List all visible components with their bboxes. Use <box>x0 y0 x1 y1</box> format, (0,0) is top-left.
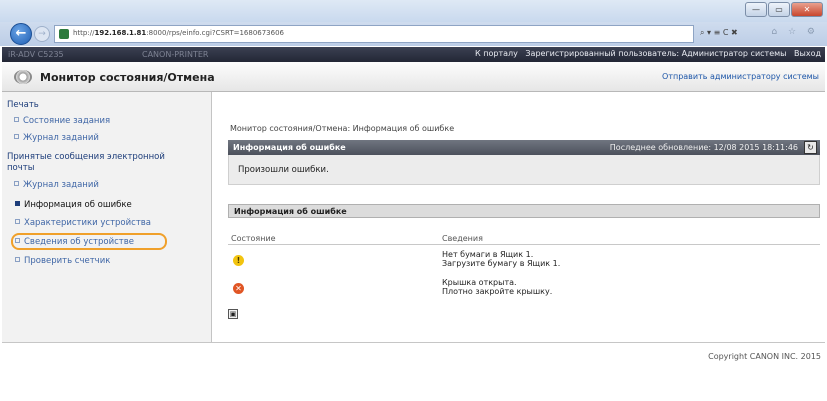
back-button[interactable]: ← <box>10 23 32 45</box>
logged-in-user: Зарегистрированный пользователь: Админис… <box>525 49 787 58</box>
page-title: Монитор состояния/Отмена <box>40 71 215 84</box>
row-detail-line1: Крышка открыта. <box>442 278 517 287</box>
section-title: Информация об ошибке <box>233 143 346 152</box>
column-header-details: Сведения <box>442 234 483 243</box>
column-header-status: Состояние <box>231 234 276 243</box>
error-details-header: Информация об ошибке <box>228 204 820 218</box>
sidebar-item-email-job-log[interactable]: Журнал заданий <box>14 180 99 190</box>
bullet-icon <box>15 219 20 224</box>
address-bar[interactable]: http://192.168.1.81:8000/rps/einfo.cgi?C… <box>54 25 694 43</box>
error-summary-box: Произошли ошибки. <box>228 155 820 185</box>
table-row: Крышка открыта. Плотно закройте крышку. <box>442 278 552 296</box>
sidebar-section-print[interactable]: Печать <box>7 100 39 110</box>
maximize-button[interactable]: ▭ <box>768 2 790 17</box>
logout-link[interactable]: Выход <box>794 49 821 58</box>
page-header: Монитор состояния/Отмена Отправить админ… <box>2 62 825 92</box>
address-tools[interactable]: ⌕ ▾ ≡ C ✖ <box>700 28 738 38</box>
home-favorites-settings-icons[interactable]: ⌂ ☆ ⚙ <box>771 27 819 37</box>
close-window-button[interactable]: ✕ <box>791 2 823 17</box>
minimize-button[interactable]: — <box>745 2 767 17</box>
sidebar-item-check-counter[interactable]: Проверить счетчик <box>15 256 110 266</box>
row-detail-line1: Нет бумаги в Ящик 1. <box>442 250 534 259</box>
sidebar-item-job-log[interactable]: Журнал заданий <box>14 133 99 143</box>
sidebar-item-device-features[interactable]: Характеристики устройства <box>15 218 151 228</box>
to-portal-link[interactable]: К порталу <box>475 49 518 58</box>
error-summary-text: Произошли ошибки. <box>238 165 329 175</box>
row-detail-line2: Загрузите бумагу в Ящик 1. <box>442 259 561 268</box>
device-model: iR-ADV C5235 <box>8 50 64 59</box>
device-top-bar: iR-ADV C5235 CANON-PRINTER К порталу Зар… <box>2 47 825 62</box>
site-favicon-icon <box>59 29 69 39</box>
expand-icon[interactable]: ▣ <box>228 309 238 319</box>
error-info-section-bar: Информация об ошибке Последнее обновлени… <box>228 140 820 155</box>
active-bullet-icon <box>15 201 20 206</box>
forward-button[interactable]: → <box>34 26 50 42</box>
copyright-text: Copyright CANON INC. 2015 <box>708 352 821 361</box>
main-content: Монитор состояния/Отмена: Информация об … <box>213 92 825 342</box>
bullet-icon <box>14 134 19 139</box>
top-links: К порталу Зарегистрированный пользовател… <box>470 49 821 58</box>
footer: Copyright CANON INC. 2015 <box>2 342 825 364</box>
error-icon: ✕ <box>233 283 244 294</box>
last-update-time: Последнее обновление: 12/08 2015 18:11:4… <box>609 143 798 152</box>
bullet-icon <box>14 117 19 122</box>
row-detail-line2: Плотно закройте крышку. <box>442 287 553 296</box>
warning-icon: ! <box>233 255 244 266</box>
bullet-icon <box>14 181 19 186</box>
table-row: Нет бумаги в Ящик 1. Загрузите бумагу в … <box>442 250 560 268</box>
selection-highlight <box>11 233 167 250</box>
subsection-title: Информация об ошибке <box>234 207 347 216</box>
sidebar-section-email-rx-line2[interactable]: почты <box>7 163 34 173</box>
sidebar-item-error-info[interactable]: Информация об ошибке <box>15 200 132 210</box>
window-controls: — ▭ ✕ <box>745 2 823 17</box>
status-monitor-icon <box>14 70 32 84</box>
breadcrumb: Монитор состояния/Отмена: Информация об … <box>230 124 455 133</box>
sidebar-item-job-status[interactable]: Состояние задания <box>14 116 110 126</box>
table-divider <box>228 244 820 245</box>
refresh-icon[interactable]: ↻ <box>804 141 817 154</box>
sidebar-section-email-rx[interactable]: Принятые сообщения электронной <box>7 152 165 162</box>
sidebar: Печать Состояние задания Журнал заданий … <box>2 92 212 342</box>
url-text[interactable]: http://192.168.1.81:8000/rps/einfo.cgi?C… <box>73 29 284 37</box>
send-to-admin-link[interactable]: Отправить администратору системы <box>662 72 819 81</box>
device-name: CANON-PRINTER <box>142 50 209 59</box>
window-titlebar: — ▭ ✕ <box>0 0 827 22</box>
bullet-icon <box>15 257 20 262</box>
address-row: ← → http://192.168.1.81:8000/rps/einfo.c… <box>0 22 827 46</box>
